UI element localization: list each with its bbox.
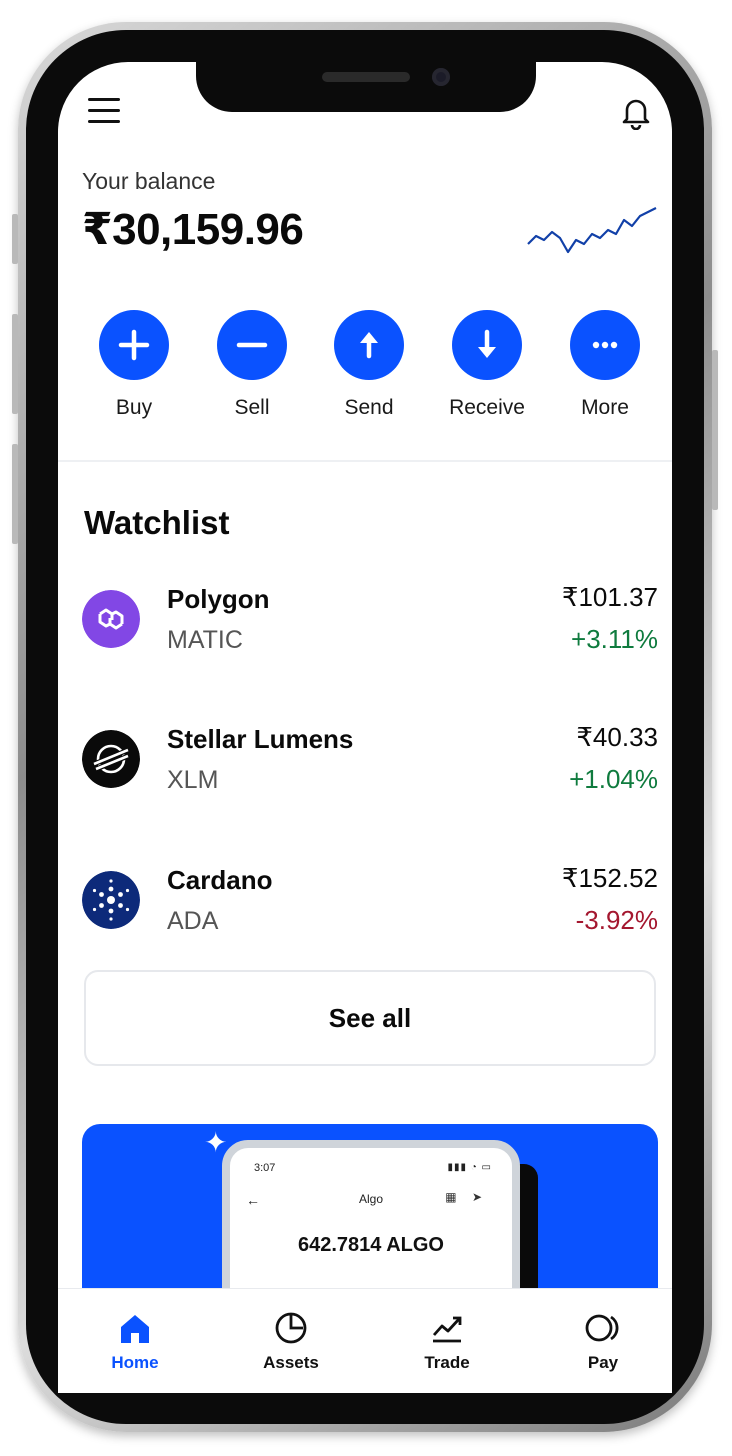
- buy-button[interactable]: Buy: [84, 310, 184, 420]
- nav-pay[interactable]: Pay: [548, 1311, 658, 1373]
- pay-icon: [585, 1314, 619, 1342]
- nav-assets[interactable]: Assets: [236, 1311, 346, 1373]
- menu-icon[interactable]: [88, 98, 120, 124]
- coin-name: Cardano: [167, 865, 273, 895]
- speaker-grille: [322, 72, 410, 82]
- nav-trade-label: Trade: [424, 1353, 470, 1372]
- send-button[interactable]: Send: [319, 310, 419, 420]
- watchlist-item-stellar[interactable]: Stellar Lumens XLM ₹40.33 +1.04%: [82, 722, 658, 820]
- plus-icon: [118, 329, 150, 361]
- coin-change: +3.11%: [571, 624, 658, 654]
- cardano-logo-icon: [82, 871, 140, 929]
- coin-symbol: MATIC: [167, 626, 243, 654]
- more-button[interactable]: More: [555, 310, 655, 420]
- minus-icon: [236, 342, 268, 348]
- mockup-status-icons: ▮▮▮ ◔ ▭: [447, 1162, 492, 1173]
- bell-icon[interactable]: [618, 94, 654, 130]
- mute-switch: [12, 214, 18, 264]
- coin-symbol: XLM: [167, 766, 219, 794]
- buy-label: Buy: [115, 396, 153, 419]
- trend-up-icon: [432, 1316, 462, 1343]
- front-camera: [432, 68, 450, 86]
- see-all-button[interactable]: See all: [84, 970, 656, 1066]
- balance-value: ₹30,159.96: [82, 205, 304, 254]
- volume-up-button: [12, 314, 18, 414]
- sell-button[interactable]: Sell: [202, 310, 302, 420]
- coin-change: -3.92%: [575, 905, 658, 935]
- nav-home[interactable]: Home: [80, 1311, 190, 1373]
- nav-pay-label: Pay: [587, 1353, 619, 1372]
- polygon-logo-icon: [82, 590, 140, 648]
- mockup-action-icons: ▦ ➤: [445, 1190, 488, 1204]
- watchlist-title: Watchlist: [84, 504, 230, 541]
- receive-button[interactable]: Receive: [437, 310, 537, 420]
- balance-sparkline: [527, 207, 657, 254]
- coin-price: ₹101.37: [561, 582, 658, 612]
- coin-symbol: ADA: [167, 907, 219, 935]
- bottom-nav: Home Assets Trade Pay: [58, 1288, 672, 1393]
- coin-price: ₹40.33: [576, 722, 658, 752]
- nav-assets-label: Assets: [263, 1353, 319, 1372]
- stellar-logo-icon: [82, 730, 140, 788]
- coin-price: ₹152.52: [561, 863, 658, 893]
- coin-name: Polygon: [167, 584, 270, 614]
- arrow-down-icon: [478, 329, 496, 358]
- mockup-time: 3:07: [254, 1162, 276, 1174]
- nav-trade[interactable]: Trade: [392, 1311, 502, 1373]
- more-label: More: [581, 396, 629, 419]
- pie-chart-icon: [275, 1312, 307, 1344]
- home-icon: [121, 1315, 149, 1343]
- watchlist-item-cardano[interactable]: Cardano ADA ₹152.52 -3.92%: [82, 863, 658, 961]
- receive-label: Receive: [449, 396, 525, 419]
- volume-down-button: [12, 444, 18, 544]
- sell-label: Sell: [234, 396, 270, 419]
- nav-home-label: Home: [111, 1353, 159, 1372]
- arrow-up-icon: [360, 332, 378, 359]
- mockup-amount: 642.7814 ALGO: [297, 1234, 444, 1256]
- sparkle-icon: ✦: [204, 1127, 228, 1158]
- coin-name: Stellar Lumens: [167, 724, 354, 754]
- power-button: [712, 350, 718, 510]
- more-dots-icon: [592, 341, 618, 349]
- watchlist-item-polygon[interactable]: Polygon MATIC ₹101.37 +3.11%: [82, 582, 658, 680]
- coin-change: +1.04%: [569, 764, 658, 794]
- section-divider: [58, 460, 672, 462]
- balance-label: Your balance: [82, 168, 216, 194]
- send-label: Send: [344, 396, 394, 419]
